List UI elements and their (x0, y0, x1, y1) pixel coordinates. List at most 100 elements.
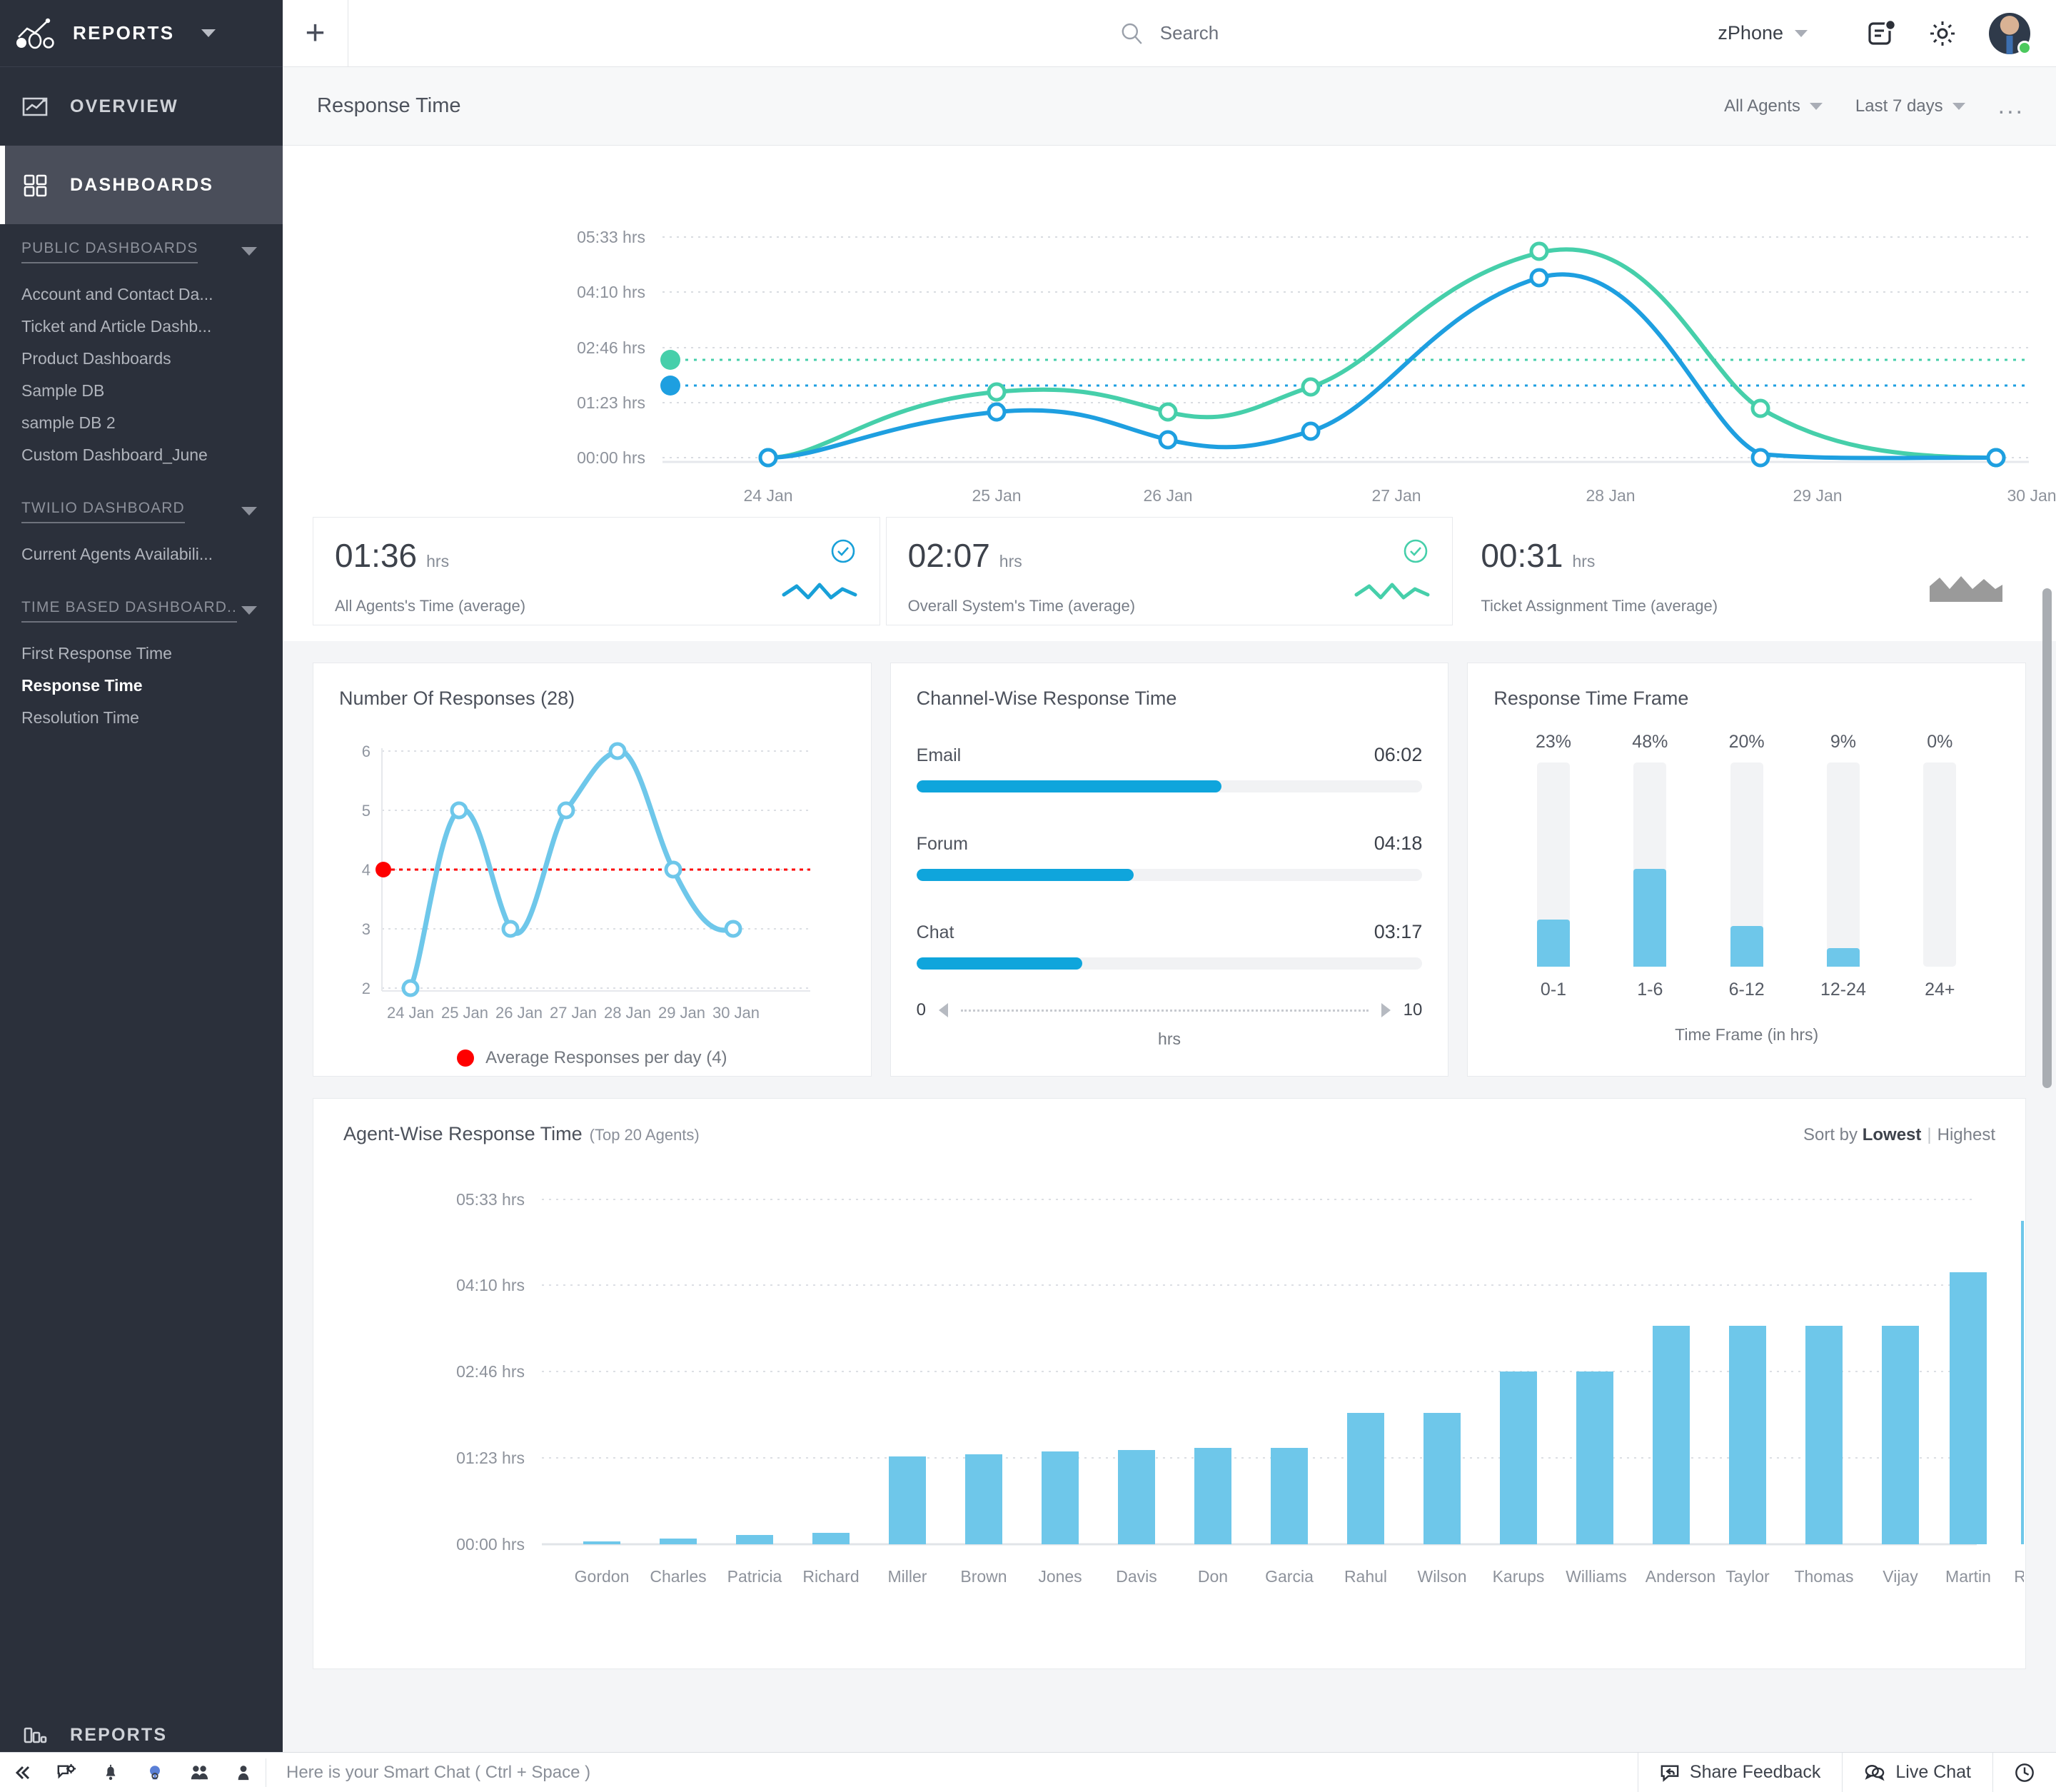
sidebar-item-overview[interactable]: OVERVIEW (0, 67, 283, 146)
svg-text:02:46 hrs: 02:46 hrs (456, 1362, 525, 1381)
response-time-line-chart-svg: 05:33 hrs 04:10 hrs 02:46 hrs 01:23 hrs … (577, 228, 2056, 505)
area-sparkline-icon (1927, 575, 2005, 603)
legend-dot-icon (457, 1049, 475, 1067)
time-frame-col-1-6[interactable]: 48% 1-6 (1607, 732, 1693, 1000)
chat-gear-icon[interactable] (44, 1753, 89, 1792)
channel-progress-fill (916, 957, 1083, 970)
svg-text:2: 2 (362, 980, 371, 997)
number-of-responses-legend: Average Responses per day (4) (339, 1048, 845, 1068)
kpi-overall-system-label: Overall System's Time (average) (907, 597, 1136, 615)
channel-axis-max: 10 (1403, 1000, 1423, 1020)
add-button[interactable]: + (283, 0, 348, 67)
channel-axis-label: hrs (1158, 1030, 1181, 1048)
svg-text:Karups: Karups (1493, 1567, 1545, 1586)
kpi-ticket-assignment-time[interactable]: 00:31 hrs Ticket Assignment Time (averag… (1458, 517, 2026, 625)
time-frame-col-6-12[interactable]: 20% 6-12 (1704, 732, 1790, 1000)
bell-icon[interactable] (89, 1753, 133, 1792)
time-frame-cat: 12-24 (1820, 980, 1866, 1000)
response-time-frame-card: Response Time Frame 23% 0-1 48% 1-6 20% … (1467, 663, 2027, 1077)
sidebar-link-current-agents-availability[interactable]: Current Agents Availabili... (0, 538, 283, 570)
chevron-down-icon[interactable] (201, 29, 216, 37)
svg-text:4: 4 (362, 861, 371, 879)
svg-text:01:23 hrs: 01:23 hrs (577, 393, 645, 412)
sidebar-link-ticket-and-article[interactable]: Ticket and Article Dashb... (0, 311, 283, 343)
kpi-all-agents-time[interactable]: 01:36 hrs All Agents's Time (average) (313, 517, 880, 625)
number-of-responses-legend-label: Average Responses per day (4) (485, 1048, 727, 1067)
time-frame-col-0-1[interactable]: 23% 0-1 (1511, 732, 1596, 1000)
chevron-down-icon[interactable] (241, 507, 257, 515)
sidebar-group-time-based-dashboard-label: TIME BASED DASHBOARD.. (21, 599, 237, 623)
agent-wise-bar-chart[interactable]: 05:33 hrs 04:10 hrs 02:46 hrs 01:23 hrs … (313, 1149, 2024, 1649)
sidebar-group-public-dashboards[interactable]: PUBLIC DASHBOARDS (0, 224, 283, 278)
sort-lowest-button[interactable]: Lowest (1863, 1125, 1922, 1144)
number-of-responses-title: Number Of Responses (28) (339, 688, 575, 709)
sidebar-link-account-and-contact[interactable]: Account and Contact Da... (0, 278, 283, 311)
more-options-button[interactable]: ... (1998, 94, 2025, 118)
sort-highest-button[interactable]: Highest (1937, 1125, 1995, 1144)
channel-row-chat[interactable]: Chat 03:17 (916, 921, 1423, 970)
number-of-responses-chart[interactable]: 6 5 4 3 2 24 Jan 25 Jan 26 Jan 27 Jan 28… (339, 723, 839, 1037)
time-frame-col-12-24[interactable]: 9% 12-24 (1800, 732, 1886, 1000)
sidebar-link-sample-db-2[interactable]: sample DB 2 (0, 407, 283, 439)
share-feedback-button[interactable]: Share Feedback (1637, 1752, 1842, 1792)
channel-row-email[interactable]: Email 06:02 (916, 744, 1423, 792)
live-chat-icon (1864, 1763, 1885, 1782)
svg-text:Anderson: Anderson (1646, 1567, 1715, 1586)
sparkline-icon (781, 579, 860, 603)
sidebar-link-sample-db[interactable]: Sample DB (0, 375, 283, 407)
notes-badge-icon[interactable] (1850, 0, 1912, 67)
time-frame-fill (1633, 868, 1667, 967)
clock-button[interactable] (1992, 1752, 2056, 1792)
sidebar-group-twilio-dashboard[interactable]: TWILIO DASHBOARD (0, 484, 283, 538)
sidebar-link-product-dashboards[interactable]: Product Dashboards (0, 343, 283, 375)
svg-text:Wilson: Wilson (1417, 1567, 1466, 1586)
svg-text:28 Jan: 28 Jan (604, 1004, 651, 1022)
org-switcher[interactable]: zPhone (1718, 22, 1808, 44)
svg-text:27 Jan: 27 Jan (550, 1004, 597, 1022)
search-input[interactable]: Search (1120, 21, 1219, 46)
gear-icon[interactable] (1912, 0, 1973, 67)
kpi-overall-system-unit: hrs (999, 552, 1022, 570)
live-chat-button[interactable]: Live Chat (1842, 1752, 1992, 1792)
channel-progress-fill (916, 780, 1221, 792)
kpi-ticket-assignment-value: 00:31 (1481, 537, 1563, 574)
agent-filter-dropdown[interactable]: All Agents (1724, 96, 1823, 116)
sidebar-brand[interactable]: REPORTS (0, 0, 283, 67)
time-frame-col-24plus[interactable]: 0% 24+ (1897, 732, 1982, 1000)
users-icon[interactable] (177, 1753, 221, 1792)
sidebar-link-resolution-time[interactable]: Resolution Time (0, 702, 283, 734)
sidebar-link-custom-dashboard-june[interactable]: Custom Dashboard_June (0, 439, 283, 471)
channel-name: Forum (916, 834, 968, 854)
sidebar-item-dashboards[interactable]: DASHBOARDS (0, 146, 283, 224)
date-filter-dropdown[interactable]: Last 7 days (1855, 96, 1965, 116)
svg-text:Davis: Davis (1116, 1567, 1157, 1586)
chevron-down-icon[interactable] (241, 606, 257, 615)
channel-row-forum[interactable]: Forum 04:18 (916, 832, 1423, 881)
kpi-overall-system-time[interactable]: 02:07 hrs Overall System's Time (average… (885, 517, 1453, 625)
time-frame-track (1826, 762, 1860, 967)
smart-chat-hint[interactable]: Here is your Smart Chat ( Ctrl + Space ) (266, 1763, 590, 1783)
svg-text:5: 5 (362, 802, 371, 820)
channel-row-forum-top: Forum 04:18 (917, 832, 1423, 855)
sidebar-link-first-response-time[interactable]: First Response Time (0, 638, 283, 670)
response-time-frame-title: Response Time Frame (1493, 688, 1689, 709)
sidebar-group-public-dashboards-label: PUBLIC DASHBOARDS (21, 240, 198, 263)
svg-text:04:10 hrs: 04:10 hrs (456, 1276, 525, 1294)
svg-text:Gordon: Gordon (575, 1567, 630, 1586)
time-frame-cat: 1-6 (1637, 980, 1663, 1000)
location-pin-icon[interactable] (133, 1753, 177, 1792)
page-header-controls: All Agents Last 7 days ... (1724, 94, 2025, 118)
avatar[interactable] (1989, 12, 2032, 55)
time-frame-cat: 0-1 (1540, 980, 1567, 1000)
sidebar-bottom-label: REPORTS (70, 1724, 168, 1745)
sort-separator: | (1927, 1125, 1932, 1144)
dashboard-scroll-area[interactable]: 05:33 hrs 04:10 hrs 02:46 hrs 01:23 hrs … (283, 146, 2056, 1771)
sidebar-link-response-time[interactable]: Response Time (0, 670, 283, 702)
response-time-line-chart[interactable]: 05:33 hrs 04:10 hrs 02:46 hrs 01:23 hrs … (283, 146, 2056, 517)
chevron-down-icon[interactable] (241, 247, 257, 256)
svg-text:Richard: Richard (802, 1567, 859, 1586)
user-icon[interactable] (221, 1753, 266, 1792)
sidebar-group-time-based-dashboard[interactable]: TIME BASED DASHBOARD.. (0, 583, 283, 638)
vertical-scrollbar-thumb[interactable] (2042, 588, 2052, 1088)
collapse-icon[interactable] (0, 1753, 44, 1792)
